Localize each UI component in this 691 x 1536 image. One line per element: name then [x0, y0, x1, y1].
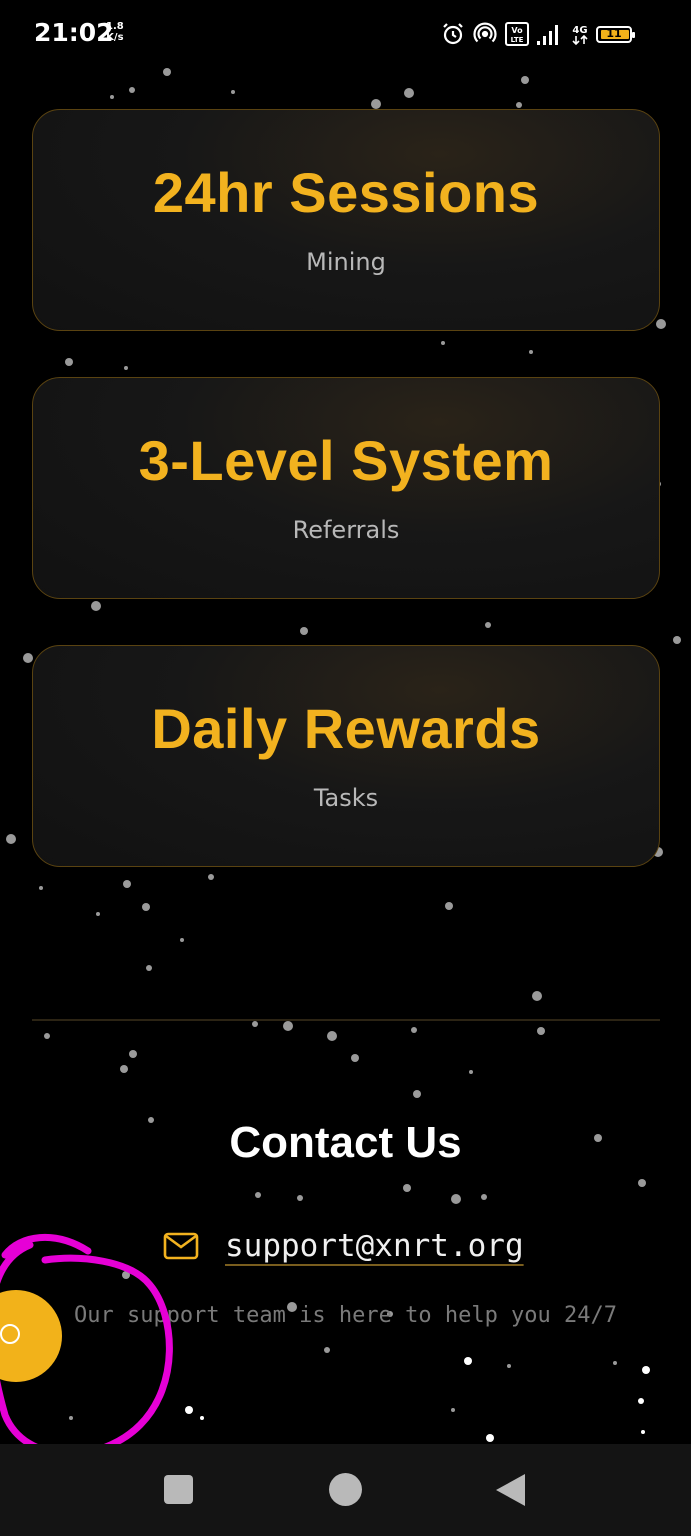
feature-subtitle: Referrals: [292, 516, 400, 544]
status-time: 21:02: [34, 18, 114, 47]
recents-square-icon[interactable]: [164, 1475, 193, 1504]
contact-email-row[interactable]: support@xnrt.org: [163, 1228, 524, 1264]
volte-icon: Vo LTE: [505, 22, 529, 46]
chat-ring-icon: [0, 1324, 20, 1344]
home-circle-icon[interactable]: [329, 1473, 362, 1506]
network-speed-unit: K/s: [106, 32, 124, 43]
status-bar: 21:02 1.8 K/s Vo LTE 4G 11: [0, 0, 691, 70]
svg-text:Vo: Vo: [511, 26, 523, 35]
mail-icon: [163, 1232, 199, 1260]
feature-title: 3-Level System: [138, 429, 554, 492]
svg-text:LTE: LTE: [511, 36, 524, 44]
contact-email-link[interactable]: support@xnrt.org: [225, 1228, 524, 1264]
feature-title: 24hr Sessions: [152, 161, 540, 224]
feature-subtitle: Mining: [306, 248, 386, 276]
battery-icon: 11: [596, 26, 635, 43]
network-speed: 1.8 K/s: [106, 21, 124, 43]
feature-title: Daily Rewards: [151, 697, 541, 760]
alarm-icon: [443, 23, 463, 45]
support-note: Our support team is here to help you 24/…: [73, 1303, 618, 1328]
contact-title: Contact Us: [229, 1118, 462, 1167]
svg-text:4G: 4G: [572, 25, 587, 36]
feature-card-rewards: Daily Rewards Tasks: [32, 645, 660, 867]
section-divider: [32, 1019, 660, 1021]
feature-subtitle: Tasks: [313, 784, 379, 812]
feature-card-levels: 3-Level System Referrals: [32, 377, 660, 599]
back-triangle-icon[interactable]: [496, 1474, 525, 1506]
battery-level: 11: [606, 27, 622, 40]
signal-icon: [537, 25, 558, 45]
hotspot-icon: [473, 22, 497, 43]
4g-icon: 4G: [572, 25, 588, 46]
network-speed-value: 1.8: [106, 21, 124, 32]
system-nav-bar: [0, 1444, 691, 1536]
feature-card-sessions: 24hr Sessions Mining: [32, 109, 660, 331]
